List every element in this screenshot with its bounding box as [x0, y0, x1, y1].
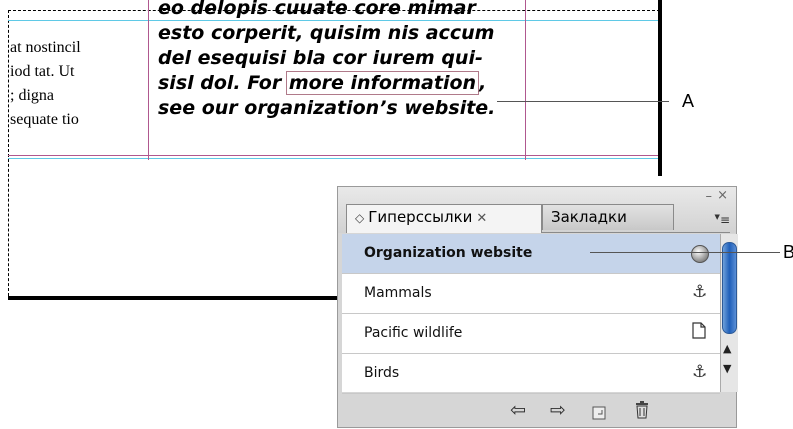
column-guide: [525, 0, 526, 160]
list-item-label: Organization website: [364, 245, 533, 261]
new-hyperlink-icon[interactable]: [592, 403, 606, 425]
anchor-icon: ⚓︎: [692, 282, 708, 302]
list-item-label: Mammals: [364, 285, 432, 301]
text-punctuation: ,: [479, 72, 487, 94]
hyperlink-source[interactable]: more information: [285, 71, 480, 95]
close-icon[interactable]: ×: [717, 188, 728, 203]
tab-close-icon[interactable]: ✕: [476, 211, 487, 226]
tab-label: Гиперссылки: [368, 208, 473, 226]
vertical-scrollbar[interactable]: ▲ ▼: [720, 234, 738, 392]
text-line: iod tat. Ut: [10, 63, 75, 80]
text-line: esto corperit, quisim nis accum: [158, 22, 495, 44]
panel-toolbar: ⇦ ⇨: [338, 395, 736, 429]
page-edge-bottom: [8, 296, 338, 300]
scroll-up-arrow-icon[interactable]: ▲: [723, 342, 731, 355]
hyperlink-text: more information: [288, 72, 477, 94]
scroll-down-arrow-icon[interactable]: ▼: [723, 362, 731, 375]
callout-line-b: [590, 252, 780, 253]
go-to-destination-icon[interactable]: ⇨: [550, 399, 566, 421]
tab-hyperlinks[interactable]: ◇ Гиперссылки ✕: [346, 204, 542, 233]
panel-menu-icon[interactable]: ▼≡: [715, 213, 730, 227]
text-line: sequate tio: [10, 111, 79, 128]
text-line: sisl dol. For more information,: [158, 71, 495, 96]
text-line: ; digna: [10, 87, 54, 104]
column-guide: [148, 0, 149, 160]
list-item[interactable]: Mammals ⚓︎: [342, 274, 720, 314]
text-line-prefix: sisl dol. For: [158, 72, 288, 94]
callout-label-b: B: [783, 242, 793, 262]
delete-icon[interactable]: [634, 401, 650, 424]
anchor-icon: ⚓︎: [692, 362, 708, 382]
tab-label: Закладки: [551, 208, 627, 226]
list-item[interactable]: Pacific wildlife: [342, 314, 720, 354]
text-line: del esequisi bla cor iurem qui-: [158, 47, 483, 69]
tab-bookmarks[interactable]: Закладки: [542, 204, 674, 230]
hyperlinks-list: Organization website Mammals ⚓︎ Pacific …: [342, 234, 720, 394]
callout-line-a: [497, 101, 669, 102]
guide-line: [8, 158, 658, 159]
go-to-source-icon[interactable]: ⇦: [510, 399, 526, 421]
list-item[interactable]: Birds ⚓︎: [342, 354, 720, 394]
text-column-left: at nostincil iod tat. Ut ; digna sequate…: [10, 36, 81, 132]
margin-guide: [8, 155, 658, 156]
text-column-right: eo delopis cuuate core mimar esto corper…: [158, 0, 495, 121]
page-boundary-left: [8, 10, 9, 296]
page-icon: [692, 322, 706, 344]
page-edge-right: [658, 0, 662, 176]
text-line: see our organization’s website.: [158, 97, 496, 119]
hyperlinks-panel: – × ◇ Гиперссылки ✕ Закладки ▼≡ Organizati…: [337, 186, 738, 429]
list-item-label: Birds: [364, 365, 400, 381]
list-item[interactable]: Organization website: [342, 234, 720, 274]
globe-icon: [691, 245, 709, 263]
minimize-icon[interactable]: –: [706, 189, 713, 204]
callout-label-a: A: [682, 91, 695, 111]
list-item-label: Pacific wildlife: [364, 325, 463, 341]
text-line: at nostincil: [10, 39, 81, 56]
tab-expand-icon[interactable]: ◇: [355, 211, 364, 225]
text-line: eo delopis cuuate core mimar: [158, 0, 476, 19]
scrollbar-thumb[interactable]: [722, 242, 737, 334]
panel-header: – × ◇ Гиперссылки ✕ Закладки ▼≡: [338, 187, 736, 233]
